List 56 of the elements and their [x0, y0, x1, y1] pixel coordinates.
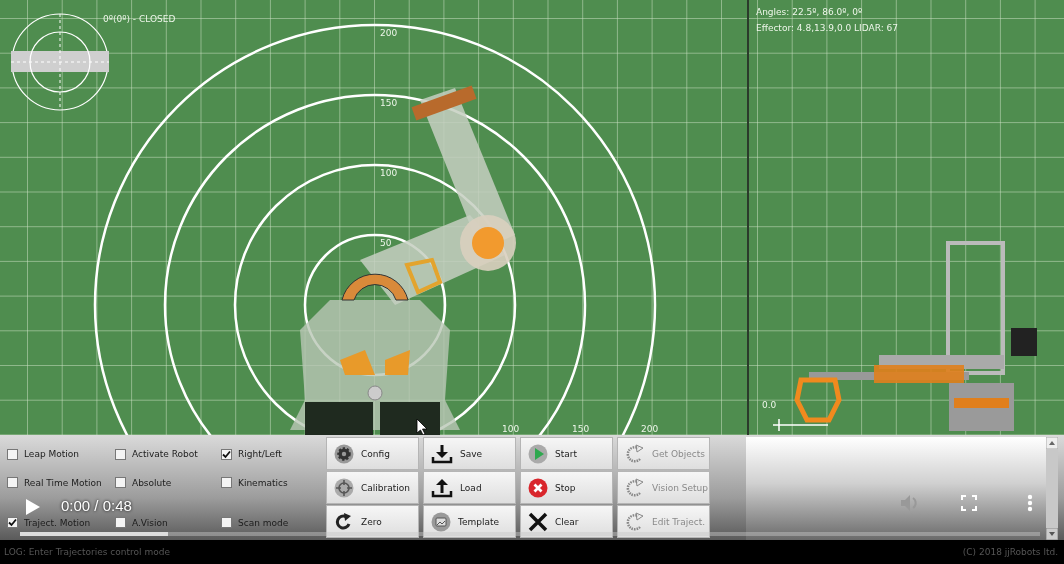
target-icon	[334, 477, 354, 498]
effector-readout: Effector: 4.8,13.9,0.0 LIDAR: 67	[756, 23, 898, 33]
volume-icon[interactable]	[900, 494, 920, 512]
check-icon	[8, 518, 17, 528]
command-button[interactable]: Calibration	[326, 471, 419, 504]
copyright-text: (C) 2018 jjRobots ltd.	[962, 547, 1058, 557]
refresh-icon	[625, 511, 645, 532]
refresh-icon	[625, 477, 645, 498]
play-icon[interactable]	[26, 499, 40, 515]
axis-label: 200	[641, 424, 659, 434]
axis-label: 100	[502, 424, 520, 434]
ring-label: 150	[380, 98, 398, 108]
image-icon	[431, 511, 451, 532]
command-button[interactable]: Template	[423, 505, 516, 538]
option-checkbox[interactable]: A.Vision	[115, 517, 168, 529]
command-button[interactable]: Load	[423, 471, 516, 504]
scroll-down-icon[interactable]	[1046, 528, 1058, 540]
axis-label: 150	[572, 424, 590, 434]
option-checkbox[interactable]: Real Time Motion	[7, 477, 102, 489]
video-time: 0:00 / 0:48	[61, 497, 132, 514]
log-message: LOG: Enter Trajectories control mode	[4, 547, 170, 557]
ring-label: 100	[380, 168, 398, 178]
command-button[interactable]: Config	[326, 437, 419, 470]
command-button[interactable]: Start	[520, 437, 613, 470]
origin-label: 0.0	[762, 400, 777, 410]
command-button[interactable]: Save	[423, 437, 516, 470]
scrollbar[interactable]	[1046, 437, 1058, 540]
axis-marker-drawing	[772, 418, 829, 432]
command-button[interactable]: Clear	[520, 505, 613, 538]
option-checkbox[interactable]: Absolute	[115, 477, 172, 489]
upload-icon	[431, 477, 453, 498]
option-checkbox[interactable]: Leap Motion	[7, 448, 79, 460]
stop-icon	[528, 477, 548, 498]
command-button[interactable]: Zero	[326, 505, 419, 538]
option-checkbox[interactable]: Scan mode	[221, 517, 289, 529]
play-icon	[528, 443, 548, 464]
refresh-icon	[625, 443, 645, 464]
check-icon	[222, 449, 231, 459]
download-icon	[431, 443, 453, 464]
option-checkbox[interactable]: Traject. Motion	[7, 517, 91, 529]
option-checkbox[interactable]: Kinematics	[221, 477, 288, 489]
command-button[interactable]: Stop	[520, 471, 613, 504]
option-checkbox[interactable]: Activate Robot	[115, 448, 198, 460]
log-text-area[interactable]	[746, 437, 1058, 540]
scroll-up-icon[interactable]	[1046, 437, 1058, 449]
pointer-cursor-icon	[416, 418, 428, 435]
gear-icon	[334, 443, 354, 464]
more-options-icon[interactable]	[1027, 494, 1033, 512]
gripper-status: 0º(0º) - CLOSED	[103, 14, 176, 24]
video-progress-bar[interactable]	[20, 532, 1040, 536]
option-checkbox[interactable]: Right/Left	[221, 448, 282, 460]
fullscreen-icon[interactable]	[961, 495, 977, 511]
ring-label: 200	[380, 28, 398, 38]
angles-readout: Angles: 22.5º, 86.0º, 0º	[756, 7, 863, 17]
clear-icon	[528, 511, 548, 532]
ring-label: 50	[380, 238, 392, 248]
